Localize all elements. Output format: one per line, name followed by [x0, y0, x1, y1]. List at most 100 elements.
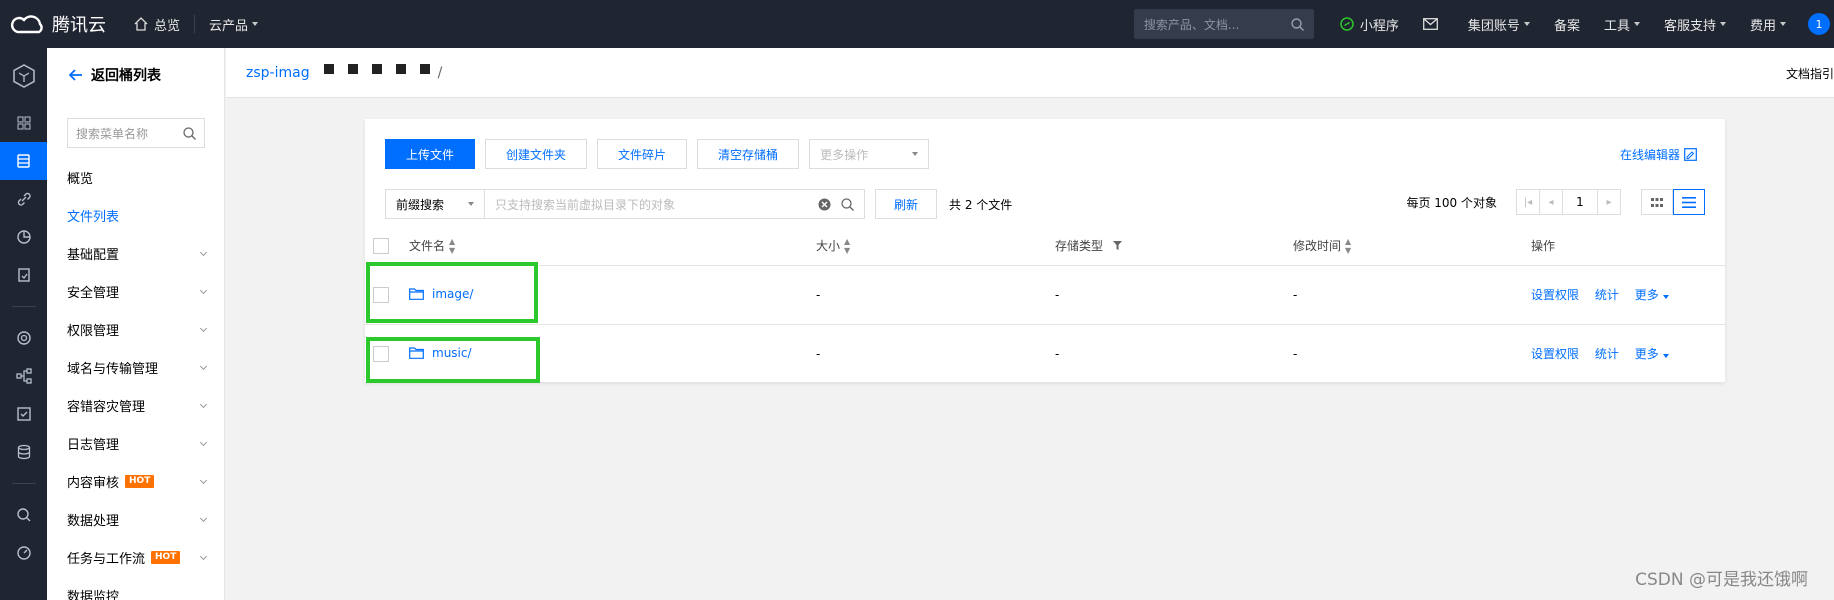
chevron-down-icon	[1662, 295, 1669, 299]
mini-program-icon	[1340, 17, 1354, 31]
table-row: image/ - - - 设置权限 统计 更多	[365, 265, 1725, 325]
list-view-button[interactable]	[1673, 189, 1705, 215]
prev-page-icon[interactable]: ◂	[1539, 189, 1563, 215]
nav-filing[interactable]: 备案	[1542, 0, 1592, 48]
more-actions-dropdown[interactable]: 更多	[1635, 288, 1669, 302]
rail-audit[interactable]	[0, 256, 47, 294]
sidebar-item-permissions[interactable]: 权限管理	[47, 310, 224, 348]
arrow-left-icon	[69, 69, 82, 81]
cell-modified: -	[1293, 265, 1531, 325]
page-number-input[interactable]: 1	[1562, 189, 1598, 215]
sidebar-item-basic-config[interactable]: 基础配置	[47, 234, 224, 272]
object-search-input[interactable]: 只支持搜索当前虚拟目录下的对象	[485, 189, 865, 219]
sidebar-item-logs[interactable]: 日志管理	[47, 424, 224, 462]
chevron-down-icon	[199, 476, 208, 485]
nav-products[interactable]: 云产品	[195, 0, 272, 48]
upload-file-button[interactable]: 上传文件	[385, 139, 476, 169]
file-fragments-button[interactable]: 文件碎片	[597, 139, 688, 169]
global-search-input[interactable]: 搜索产品、文档...	[1133, 9, 1314, 39]
rail-storage[interactable]	[0, 142, 47, 180]
nav-billing[interactable]: 费用	[1738, 0, 1798, 48]
sidebar-item-content-audit[interactable]: 内容审核 HOT	[47, 462, 224, 500]
sidebar: 返回桶列表 搜索菜单名称 概览 文件列表 基础配置 安全管理 权限管理 域名与传…	[47, 48, 225, 600]
rail-workflow[interactable]	[0, 357, 47, 395]
sidebar-item-security[interactable]: 安全管理	[47, 272, 224, 310]
chevron-down-icon	[199, 324, 208, 333]
search-icon[interactable]	[1291, 17, 1304, 31]
first-page-icon[interactable]: |◂	[1516, 189, 1540, 215]
statistics-link[interactable]: 统计	[1595, 288, 1619, 302]
page-size-selector[interactable]: 每页 100 个对象	[1406, 194, 1497, 211]
rail-monitor[interactable]	[0, 218, 47, 256]
redaction-block	[347, 63, 358, 74]
refresh-button[interactable]: 刷新	[875, 189, 938, 219]
search-icon[interactable]	[841, 197, 854, 211]
grid-view-button[interactable]	[1641, 189, 1673, 215]
redaction-block	[419, 63, 430, 74]
chevron-down-icon	[199, 552, 208, 561]
sidebar-item-file-list[interactable]: 文件列表	[47, 196, 224, 234]
clear-bucket-button[interactable]: 清空存储桶	[697, 139, 800, 169]
sidebar-item-data-processing[interactable]: 数据处理	[47, 500, 224, 538]
docs-guide-link[interactable]: 文档指引	[1786, 65, 1834, 82]
header-filename[interactable]: 文件名 ▲ ▼	[409, 227, 816, 266]
rail-search[interactable]	[0, 496, 47, 534]
search-mode-select[interactable]: 前缀搜索	[385, 189, 485, 219]
header-size[interactable]: 大小 ▲ ▼	[816, 227, 1055, 266]
sidebar-item-domain-transfer[interactable]: 域名与传输管理	[47, 348, 224, 386]
rail-dashboard[interactable]	[0, 104, 47, 142]
view-toggle	[1641, 189, 1705, 215]
header-modified[interactable]: 修改时间 ▲ ▼	[1293, 227, 1531, 266]
online-editor-link[interactable]: 在线编辑器	[1620, 146, 1697, 163]
file-list-panel: 上传文件 创建文件夹 文件碎片 清空存储桶 更多操作 在线编辑器 前缀搜索 只支…	[365, 119, 1725, 382]
header-storage-type[interactable]: 存储类型	[1055, 227, 1293, 266]
chevron-down-icon	[252, 22, 259, 26]
sort-icon[interactable]: ▲ ▼	[844, 237, 850, 255]
nav-messages[interactable]	[1411, 0, 1456, 48]
back-to-buckets-link[interactable]: 返回桶列表	[47, 48, 224, 102]
nav-support[interactable]: 客服支持	[1652, 0, 1738, 48]
redaction-block	[371, 63, 382, 74]
nav-mini-program-label: 小程序	[1359, 18, 1399, 34]
rail-tasks[interactable]	[0, 395, 47, 433]
search-icon[interactable]	[183, 126, 196, 140]
sort-icon[interactable]: ▲ ▼	[449, 237, 455, 255]
nav-overview[interactable]: 总览	[120, 0, 194, 48]
statistics-link[interactable]: 统计	[1595, 347, 1619, 361]
select-all-checkbox[interactable]	[373, 237, 389, 254]
rail-product-home[interactable]	[0, 48, 47, 104]
header-actions: 操作	[1531, 227, 1725, 266]
bucket-name: zsp-imag	[246, 64, 310, 81]
menu-search-input[interactable]: 搜索菜单名称	[67, 118, 205, 148]
rail-db[interactable]	[0, 433, 47, 471]
sidebar-item-disaster-recovery[interactable]: 容错容灾管理	[47, 386, 224, 424]
sidebar-item-overview[interactable]: 概览	[47, 158, 224, 196]
menu-search-placeholder: 搜索菜单名称	[76, 126, 149, 141]
sidebar-item-data-monitor[interactable]: 数据监控	[47, 576, 224, 600]
home-icon	[134, 17, 148, 31]
filter-icon[interactable]	[1112, 241, 1122, 251]
sort-icon[interactable]: ▲ ▼	[1345, 237, 1351, 255]
global-search-placeholder: 搜索产品、文档...	[1143, 17, 1240, 32]
nav-group-account[interactable]: 集团账号	[1456, 0, 1542, 48]
grid-view-icon	[1651, 197, 1663, 207]
sidebar-item-tasks-workflow[interactable]: 任务与工作流 HOT	[47, 538, 224, 576]
rail-gauge[interactable]	[0, 534, 47, 572]
rail-scan[interactable]	[0, 319, 47, 357]
chevron-down-icon	[199, 514, 208, 523]
set-permission-link[interactable]: 设置权限	[1531, 288, 1579, 302]
breadcrumb-bucket[interactable]: zsp-imag /	[226, 63, 442, 81]
more-actions-dropdown[interactable]: 更多	[1635, 347, 1669, 361]
next-page-icon[interactable]: ▸	[1597, 189, 1621, 215]
create-folder-button[interactable]: 创建文件夹	[485, 139, 588, 169]
rail-link[interactable]	[0, 180, 47, 218]
clear-icon[interactable]	[818, 198, 831, 211]
nav-tools[interactable]: 工具	[1592, 0, 1652, 48]
hot-badge: HOT	[151, 550, 181, 564]
avatar[interactable]: 1	[1808, 13, 1830, 35]
brand-logo[interactable]: 腾讯云	[0, 0, 120, 48]
set-permission-link[interactable]: 设置权限	[1531, 347, 1579, 361]
chevron-down-icon	[912, 152, 919, 156]
more-operations-dropdown[interactable]: 更多操作	[809, 139, 930, 169]
nav-mini-program[interactable]: 小程序	[1328, 0, 1411, 48]
